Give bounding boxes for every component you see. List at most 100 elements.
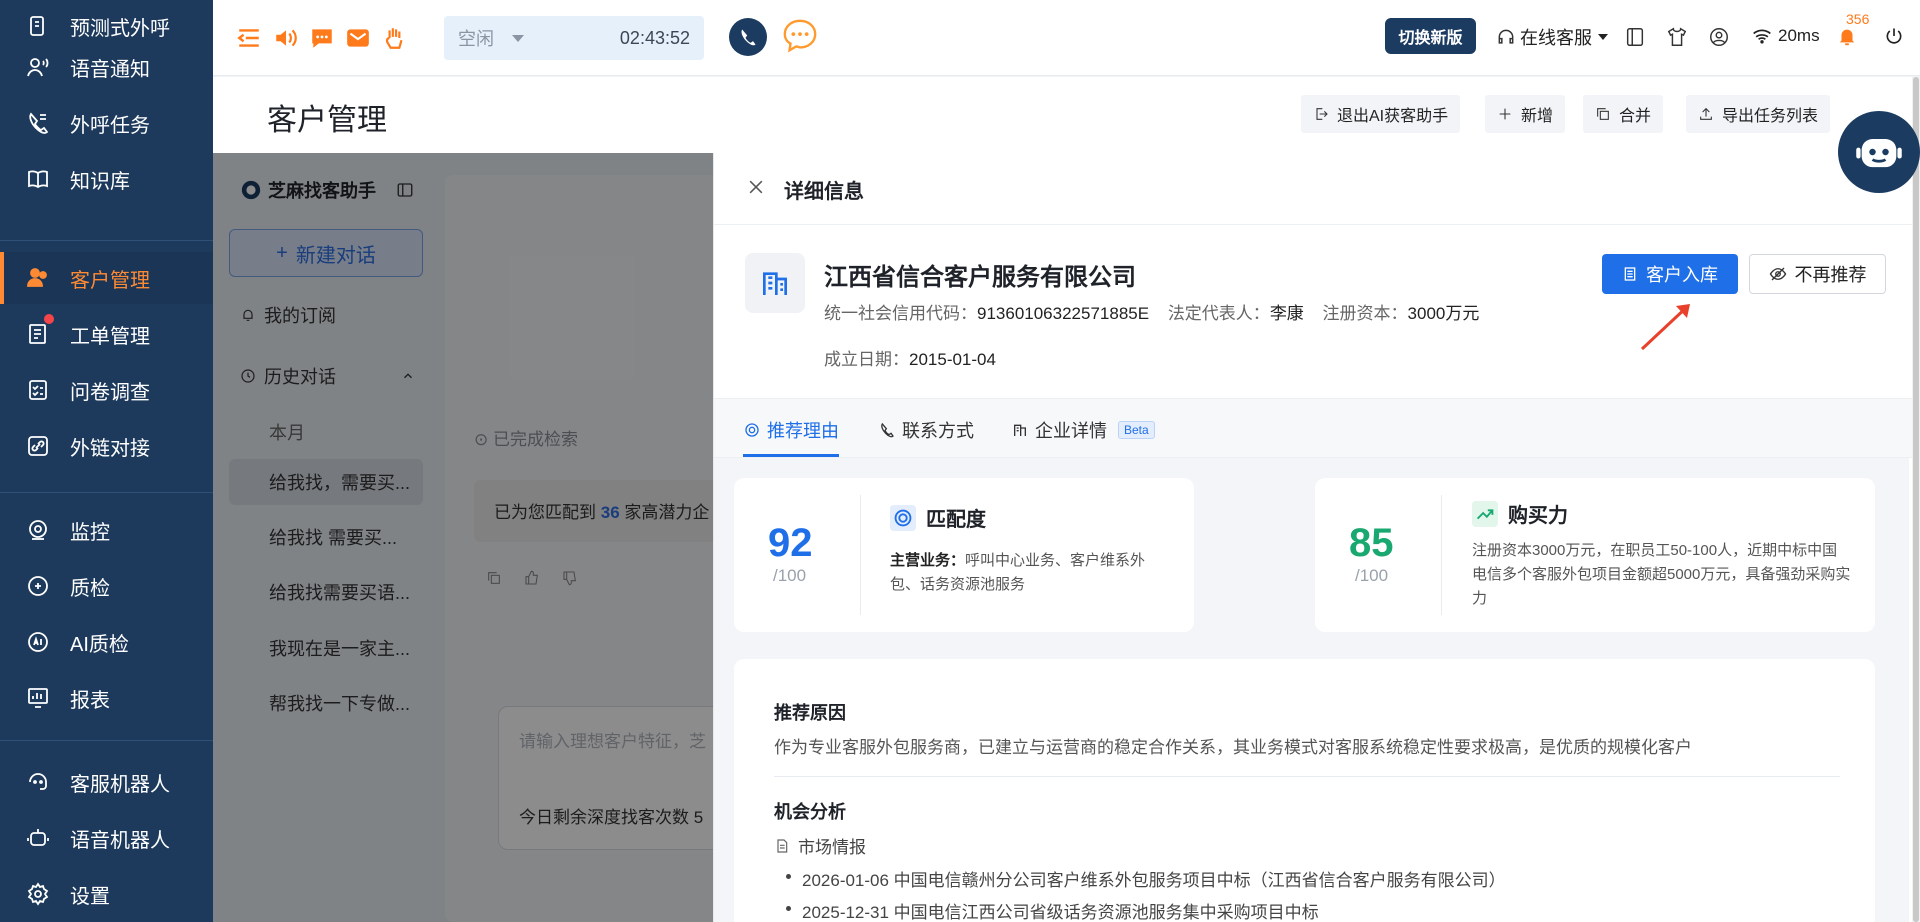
top-bar: 空闲 02:43:52 切换新版 在线客服 20ms 356 [213, 0, 1920, 76]
sidebar-item-label: 设置 [70, 885, 110, 908]
bell-icon[interactable] [1836, 25, 1860, 49]
upload-icon [1700, 107, 1712, 120]
robot-icon [1856, 139, 1902, 168]
founded-row: 成立日期：2015-01-04 [824, 345, 1010, 370]
beta-badge: Beta [1118, 421, 1155, 439]
hand-icon[interactable] [381, 24, 409, 52]
shirt-icon[interactable] [1666, 26, 1688, 48]
tab-label: 推荐理由 [767, 421, 839, 441]
add-button[interactable]: 新增 [1485, 95, 1566, 133]
list-item: 2025-12-31 中国电信江西公司省级话务资源池服务集中采购项目中标 [786, 898, 1319, 922]
capital-label: 注册资本： [1322, 304, 1408, 323]
match-score: 92 [768, 521, 813, 565]
ticket-icon [26, 322, 50, 346]
sidebar-item-settings[interactable]: 设置 [0, 868, 213, 920]
sidebar-item-label: 监控 [70, 521, 110, 544]
tab-company-detail[interactable]: 企业详情 Beta [1012, 417, 1155, 443]
detail-drawer: 详细信息 江西省信合客户服务有限公司 统一社会信用代码：913601063225… [713, 153, 1920, 922]
market-intel: 市场情报 [774, 833, 866, 858]
list-item: 2026-01-06 中国电信赣州分公司客户维系外包服务项目中标（江西省信合客户… [786, 866, 1506, 891]
sidebar-item-label: 问卷调查 [70, 381, 150, 404]
agent-status-value: 空闲 [458, 29, 494, 49]
close-icon[interactable] [746, 177, 768, 199]
online-service-dropdown[interactable]: 在线客服 [1496, 24, 1608, 50]
ai-assistant-fab[interactable] [1838, 111, 1920, 193]
document-icon[interactable] [1624, 26, 1646, 48]
mail-icon[interactable] [344, 24, 372, 52]
match-text: 主营业务：呼叫中心业务、客户维系外包、话务资源池服务 [890, 549, 1170, 597]
annotation-arrow [1640, 304, 1690, 351]
quality-icon [26, 574, 50, 598]
sidebar-item-outbound-task[interactable]: 外呼任务 [0, 97, 213, 149]
user-circle-icon[interactable] [1708, 26, 1730, 48]
voice-bot-icon [26, 826, 50, 850]
ai-quality-icon [26, 630, 50, 654]
sidebar-item-voice-bot[interactable]: 语音机器人 [0, 812, 213, 864]
sidebar-item-customers[interactable]: 客户管理 [0, 252, 213, 304]
sidebar-item-voice-notice[interactable]: 语音通知 [0, 41, 213, 93]
gear-icon [26, 882, 50, 906]
sidebar-item-label: 工单管理 [70, 325, 150, 348]
phone-button[interactable] [729, 18, 767, 56]
headset-icon [1498, 29, 1514, 44]
wifi-icon [1753, 29, 1771, 44]
tab-recommend-reason[interactable]: 推荐理由 [744, 417, 839, 443]
credit-code-value: 91360106322571885E [977, 304, 1150, 323]
document-icon [777, 838, 788, 853]
company-name: 江西省信合客户服务有限公司 [824, 264, 1136, 291]
phone-icon [881, 422, 894, 438]
page-scrollbar[interactable] [1912, 77, 1920, 922]
export-label: 导出任务列表 [1722, 108, 1819, 125]
founded-value: 2015-01-04 [909, 350, 996, 369]
page-scroll-thumb[interactable] [1913, 77, 1919, 922]
sidebar-item-label: 语音机器人 [70, 829, 170, 852]
sidebar-item-label: 客服机器人 [70, 773, 170, 796]
sidebar-item-quality[interactable]: 质检 [0, 560, 213, 612]
sidebar-item-service-bot[interactable]: 客服机器人 [0, 756, 213, 808]
power-icon[interactable] [1884, 26, 1906, 48]
legal-rep-label: 法定代表人： [1167, 304, 1270, 323]
switch-version-button[interactable]: 切换新版 [1385, 18, 1476, 54]
merge-button[interactable]: 合并 [1583, 95, 1664, 133]
sidebar-item-knowledge[interactable]: 知识库 [0, 153, 213, 205]
no-recommend-button[interactable]: 不再推荐 [1749, 254, 1886, 294]
chevron-down-icon [512, 34, 524, 42]
market-label: 市场情报 [798, 838, 866, 857]
outbound-task-icon [26, 111, 50, 135]
sidebar-item-report[interactable]: 报表 [0, 672, 213, 724]
drawer-header: 详细信息 [714, 153, 1920, 225]
speaker-icon[interactable] [272, 24, 300, 52]
call-timer: 02:43:52 [619, 27, 690, 48]
message-icon[interactable] [308, 24, 336, 52]
tab-label: 联系方式 [902, 421, 974, 441]
survey-icon [26, 378, 50, 402]
sidebar-item-survey[interactable]: 问卷调查 [0, 364, 213, 416]
match-title-text: 匹配度 [926, 509, 986, 531]
export-button[interactable]: 导出任务列表 [1686, 95, 1831, 133]
exit-ai-button[interactable]: 退出AI获客助手 [1301, 95, 1461, 133]
purchase-title-text: 购买力 [1508, 505, 1568, 527]
online-service-label: 在线客服 [1520, 28, 1592, 48]
indent-icon[interactable] [235, 24, 263, 52]
sidebar-item-tickets[interactable]: 工单管理 [0, 308, 213, 360]
tab-contact[interactable]: 联系方式 [879, 417, 974, 443]
plus-icon [1499, 108, 1511, 120]
opportunity-title: 机会分析 [774, 802, 846, 822]
capital-value: 3000万元 [1407, 304, 1480, 323]
add-to-customers-button[interactable]: 客户入库 [1602, 254, 1738, 294]
sidebar-item-ai-quality[interactable]: AI质检 [0, 616, 213, 668]
voice-notice-icon [26, 55, 50, 79]
page-title: 客户管理 [267, 104, 387, 137]
modal-overlay[interactable] [213, 153, 713, 922]
exit-ai-label: 退出AI获客助手 [1337, 108, 1449, 125]
sidebar-item-link[interactable]: 外链对接 [0, 420, 213, 472]
chat-bubble-button[interactable] [780, 16, 820, 56]
eye-off-icon [1769, 267, 1786, 281]
detail-tabs: 推荐理由 联系方式 企业详情 Beta [714, 398, 1920, 458]
sidebar-item-monitor[interactable]: 监控 [0, 504, 213, 556]
building-icon [745, 253, 805, 313]
agent-status-select[interactable]: 空闲 02:43:52 [444, 16, 704, 60]
purchase-text: 注册资本3000万元，在职员工50-100人，近期中标中国电信多个客服外包项目金… [1472, 542, 1851, 607]
purchase-title: 购买力 [1472, 499, 1568, 528]
customers-icon [26, 266, 50, 290]
